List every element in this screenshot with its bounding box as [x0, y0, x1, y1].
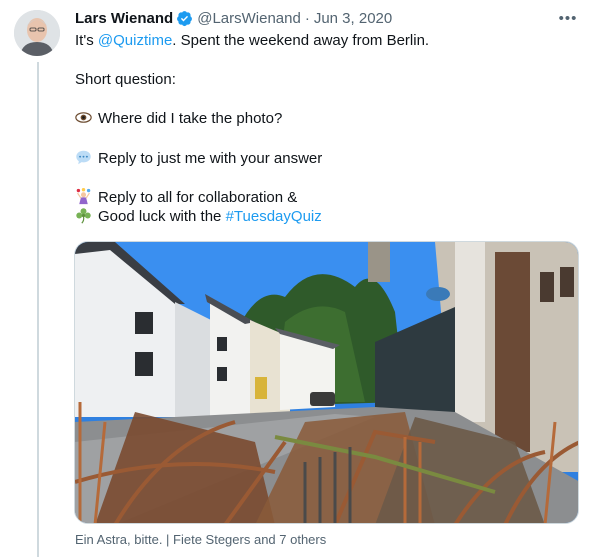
tweet-photo[interactable] [74, 241, 579, 524]
text-segment: . Spent the weekend away from Berlin. [172, 32, 430, 49]
speech-bubble-icon [76, 150, 91, 164]
media-caption[interactable]: Ein Astra, bitte. | Fiete Stegers and 7 … [75, 532, 326, 547]
hashtag-link[interactable]: #TuesdayQuiz [226, 208, 322, 225]
tweet-date[interactable]: Jun 3, 2020 [314, 10, 392, 27]
text-line-2: Short question: [75, 71, 176, 89]
text-line-6: Good luck with the #TuesdayQuiz [75, 207, 580, 227]
clover-icon [76, 208, 91, 224]
header-separator: · [304, 9, 310, 27]
eye-icon [75, 112, 92, 124]
tweet-text: It's @Quiztime. Spent the weekend away f… [75, 31, 580, 227]
text-segment: It's [75, 32, 98, 49]
avatar-photo [14, 10, 60, 56]
text-segment: Good luck with the [98, 208, 226, 226]
text-segment: Reply to just me with your answer [98, 149, 323, 167]
text-line-5: Reply to all for collaboration & [75, 187, 580, 208]
text-segment: Where did I take the photo? [98, 110, 283, 128]
tweet-content: Lars Wienand @LarsWienand · Jun 3, 2020 … [75, 8, 580, 227]
text-line-1: It's @Quiztime. Spent the weekend away f… [75, 31, 580, 51]
text-segment: Reply to all for collaboration & [98, 188, 298, 206]
avatar[interactable] [14, 10, 60, 56]
mention-link[interactable]: @Quiztime [98, 32, 172, 49]
thread-line [37, 62, 39, 557]
text-line-3: Where did I take the photo? [75, 109, 580, 129]
author-name[interactable]: Lars Wienand [75, 10, 173, 27]
text-line-4: Reply to just me with your answer [75, 149, 580, 169]
street-photo [75, 242, 578, 523]
juggler-icon [76, 187, 91, 204]
tweet-header: Lars Wienand @LarsWienand · Jun 3, 2020 [75, 8, 580, 28]
verified-badge-icon [177, 10, 193, 26]
author-handle[interactable]: @LarsWienand [197, 10, 301, 27]
